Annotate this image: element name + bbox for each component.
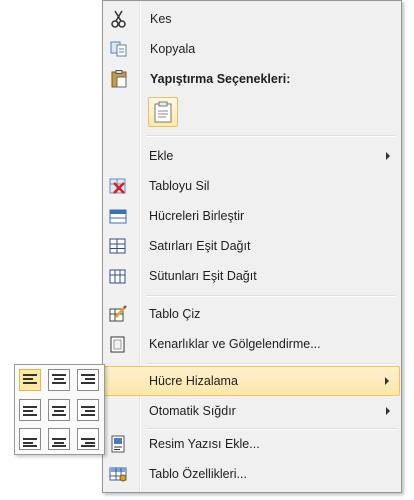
menu-item-draw-table[interactable]: Tablo Çiz bbox=[104, 299, 400, 329]
submenu-arrow-icon bbox=[386, 407, 390, 415]
screen: Kes Kopyala Yapıştırma Seçenekleri: Ekle… bbox=[0, 0, 414, 500]
menu-item-label: Hücreleri Birleştir bbox=[149, 209, 245, 223]
distribute-rows-icon bbox=[108, 237, 128, 255]
menu-item-borders-shading[interactable]: Kenarlıklar ve Gölgelendirme... bbox=[104, 329, 400, 359]
draw-table-icon bbox=[108, 305, 128, 323]
menu-item-label: Sütunları Eşit Dağıt bbox=[149, 269, 257, 283]
menu-item-table-properties[interactable]: Tablo Özellikleri... bbox=[104, 459, 400, 489]
delete-table-icon bbox=[108, 177, 128, 195]
menu-item-label: Tablo Çiz bbox=[149, 307, 201, 321]
align-top-left-button[interactable] bbox=[19, 369, 41, 391]
merge-cells-icon bbox=[108, 207, 128, 225]
submenu-arrow-icon bbox=[386, 152, 390, 160]
align-top-right-button[interactable] bbox=[77, 369, 99, 391]
menu-item-merge-cells[interactable]: Hücreleri Birleştir bbox=[104, 201, 400, 231]
align-top-center-button[interactable] bbox=[48, 369, 70, 391]
menu-item-distribute-columns[interactable]: Sütunları Eşit Dağıt bbox=[104, 261, 400, 291]
menu-item-cell-alignment[interactable]: Hücre Hizalama bbox=[104, 366, 400, 396]
menu-item-distribute-rows[interactable]: Satırları Eşit Dağıt bbox=[104, 231, 400, 261]
table-properties-icon bbox=[108, 465, 128, 483]
submenu-arrow-icon bbox=[385, 377, 389, 385]
separator bbox=[146, 295, 396, 297]
separator bbox=[146, 135, 396, 137]
menu-item-label: Ekle bbox=[149, 149, 174, 163]
align-middle-right-button[interactable] bbox=[77, 399, 99, 421]
borders-shading-icon bbox=[108, 335, 128, 353]
distribute-columns-icon bbox=[108, 267, 128, 285]
menu-item-delete-table[interactable]: Tabloyu Sil bbox=[104, 171, 400, 201]
menu-item-label: Tabloyu Sil bbox=[149, 179, 210, 193]
align-middle-center-button[interactable] bbox=[48, 399, 70, 421]
menu-item-label: Otomatik Sığdır bbox=[149, 404, 236, 418]
menu-item-autofit[interactable]: Otomatik Sığdır bbox=[104, 396, 400, 426]
align-bottom-left-button[interactable] bbox=[19, 428, 41, 450]
cell-alignment-palette bbox=[14, 364, 105, 455]
insert-caption-icon bbox=[108, 435, 128, 453]
align-bottom-center-button[interactable] bbox=[48, 428, 70, 450]
context-menu-lower: Ekle Tabloyu Sil Hücreleri Birleştir Sat… bbox=[102, 0, 402, 493]
align-middle-left-button[interactable] bbox=[19, 399, 41, 421]
menu-item-label: Tablo Özellikleri... bbox=[149, 467, 247, 481]
menu-item-label: Kenarlıklar ve Gölgelendirme... bbox=[149, 337, 321, 351]
menu-item-insert[interactable]: Ekle bbox=[104, 141, 400, 171]
align-bottom-right-button[interactable] bbox=[77, 428, 99, 450]
menu-item-label: Satırları Eşit Dağıt bbox=[149, 239, 251, 253]
menu-item-label: Hücre Hizalama bbox=[149, 374, 238, 388]
separator bbox=[146, 363, 396, 365]
menu-item-insert-caption[interactable]: Resim Yazısı Ekle... bbox=[104, 429, 400, 459]
menu-item-label: Resim Yazısı Ekle... bbox=[149, 437, 260, 451]
